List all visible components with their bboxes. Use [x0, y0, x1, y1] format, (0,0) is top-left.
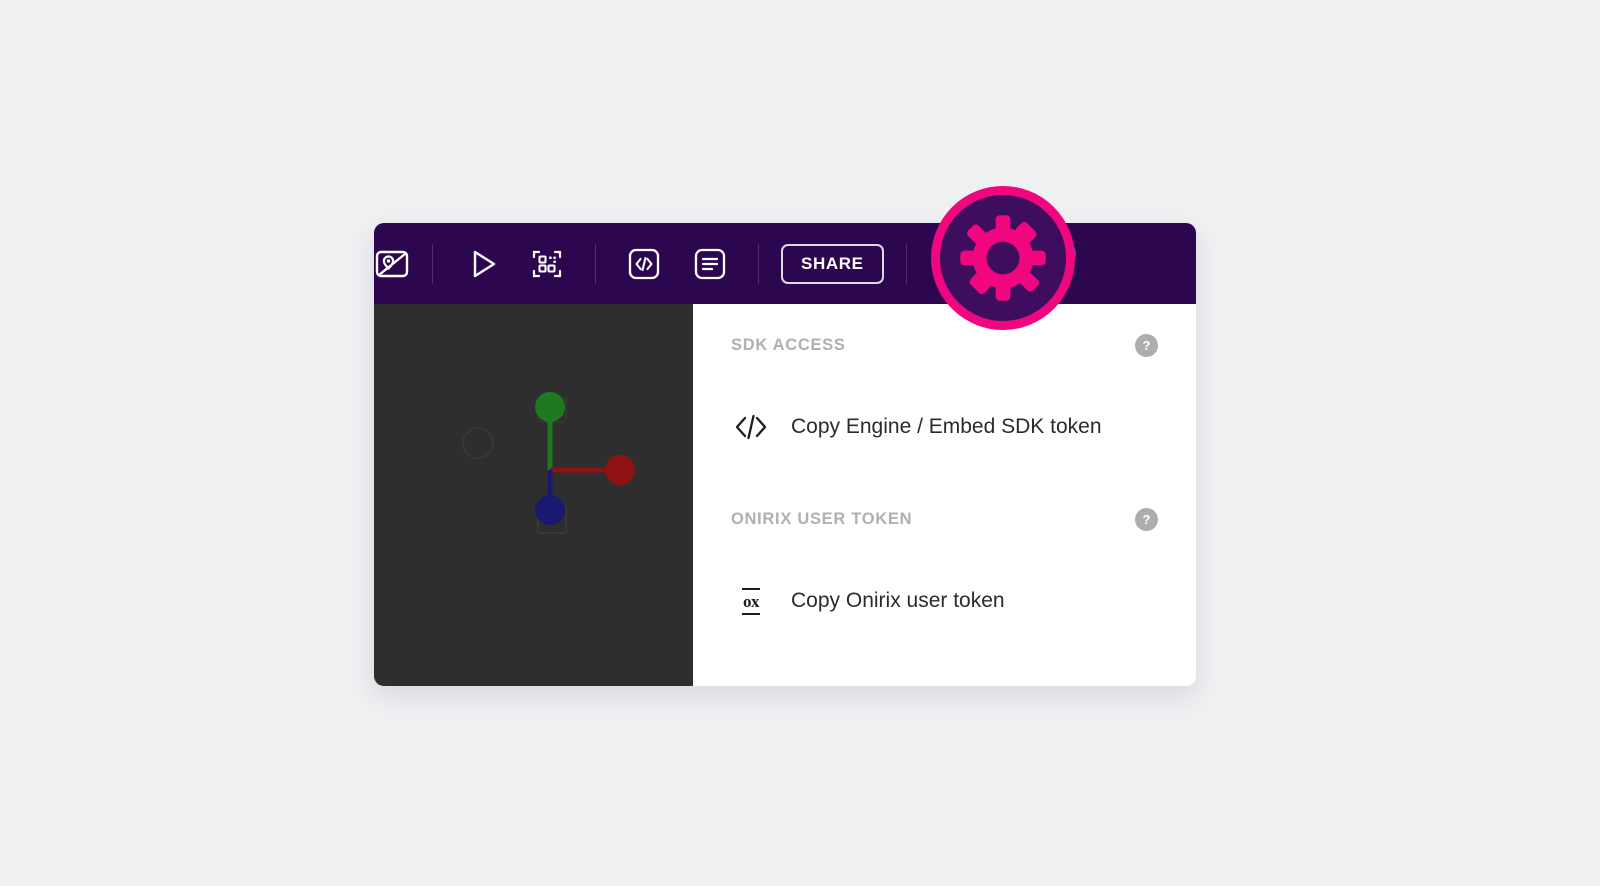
toolbar-item-qr[interactable]	[521, 223, 573, 304]
y-axis-handle	[535, 392, 565, 422]
toolbar-divider	[758, 243, 759, 284]
ox-token-icon: ox	[731, 587, 771, 615]
map-icon[interactable]	[374, 238, 418, 290]
onirix-user-token-section-header: ONIRIX USER TOKEN ?	[731, 493, 1158, 545]
play-icon[interactable]	[457, 238, 509, 290]
sdk-access-section-header: SDK ACCESS ?	[731, 319, 1158, 371]
scene-viewport[interactable]	[374, 304, 693, 686]
sdk-access-help-icon[interactable]: ?	[1135, 333, 1158, 357]
onirix-user-token-help-icon[interactable]: ?	[1135, 507, 1158, 531]
copy-onirix-user-token-label: Copy Onirix user token	[791, 589, 1005, 612]
toolbar-divider	[432, 243, 433, 284]
copy-engine-embed-sdk-token-button[interactable]: Copy Engine / Embed SDK token	[731, 399, 1158, 455]
code-icon	[731, 412, 771, 442]
toolbar-item-map[interactable]	[374, 223, 418, 304]
toolbar-item-preview[interactable]	[457, 223, 509, 304]
gear-icon	[960, 215, 1046, 301]
share-button[interactable]: SHARE	[781, 243, 884, 284]
ox-token-glyph: ox	[742, 587, 760, 615]
copy-engine-embed-sdk-token-label: Copy Engine / Embed SDK token	[791, 415, 1102, 438]
settings-panel: SDK ACCESS ? Copy Engine / Embed SDK tok…	[693, 304, 1196, 686]
copy-onirix-user-token-button[interactable]: ox Copy Onirix user token	[731, 573, 1158, 629]
qr-code-icon[interactable]	[521, 238, 573, 290]
x-axis-handle	[605, 455, 635, 485]
toolbar-divider	[905, 243, 907, 284]
onirix-user-token-title: ONIRIX USER TOKEN	[731, 509, 913, 528]
code-icon[interactable]	[618, 238, 670, 290]
document-icon[interactable]	[684, 238, 736, 290]
toolbar-item-details[interactable]	[684, 223, 736, 304]
app-card: SHARE SDK ACCESS ? Copy Engine / Embed S…	[374, 223, 1196, 686]
toolbar-item-embed-code[interactable]	[618, 223, 670, 304]
share-button-wrap: SHARE	[781, 223, 884, 304]
card-body: SDK ACCESS ? Copy Engine / Embed SDK tok…	[374, 304, 1196, 686]
toolbar-divider	[595, 243, 596, 284]
settings-highlight-ring[interactable]	[931, 186, 1075, 330]
z-axis-handle	[535, 495, 565, 525]
sdk-access-title: SDK ACCESS	[731, 335, 846, 354]
